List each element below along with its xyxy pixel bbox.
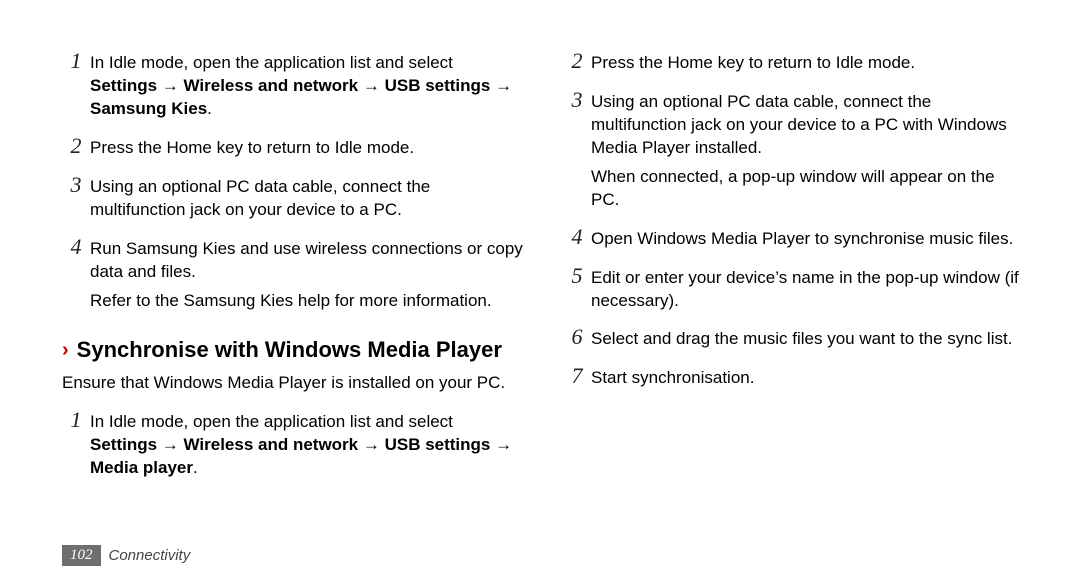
step-text: Using an optional PC data cable, connect… — [591, 92, 1007, 157]
step-text: Press the Home key to return to Idle mod… — [90, 138, 414, 157]
step: 6 Select and drag the music files you wa… — [563, 324, 1024, 351]
step: 4 Open Windows Media Player to synchroni… — [563, 224, 1024, 251]
step-text: Start synchronisation. — [591, 368, 754, 387]
step-extra: Refer to the Samsung Kies help for more … — [90, 290, 523, 313]
step-body: Run Samsung Kies and use wireless connec… — [90, 234, 523, 313]
step-number: 2 — [563, 48, 591, 72]
step-body: In Idle mode, open the application list … — [90, 407, 523, 480]
step-text: In Idle mode, open the application list … — [90, 412, 453, 431]
step-text: Open Windows Media Player to synchronise… — [591, 229, 1013, 248]
step-body: Select and drag the music files you want… — [591, 324, 1024, 351]
step-extra: When connected, a pop-up window will app… — [591, 166, 1024, 212]
step: 2 Press the Home key to return to Idle m… — [62, 133, 523, 160]
step-number: 6 — [563, 324, 591, 348]
step-text: Edit or enter your device’s name in the … — [591, 268, 1019, 310]
step-body: Using an optional PC data cable, connect… — [591, 87, 1024, 212]
step-text: Press the Home key to return to Idle mod… — [591, 53, 915, 72]
section-intro: Ensure that Windows Media Player is inst… — [62, 372, 523, 395]
step-bold: Settings → Wireless and network → USB se… — [90, 435, 512, 477]
step-number: 4 — [62, 234, 90, 258]
step: 1 In Idle mode, open the application lis… — [62, 48, 523, 121]
columns: 1 In Idle mode, open the application lis… — [62, 48, 1024, 492]
step-number: 7 — [563, 363, 591, 387]
page: 1 In Idle mode, open the application lis… — [0, 0, 1080, 586]
left-column: 1 In Idle mode, open the application lis… — [62, 48, 523, 492]
section-heading: › Synchronise with Windows Media Player — [62, 336, 523, 364]
step-text: Using an optional PC data cable, connect… — [90, 177, 430, 219]
step-number: 1 — [62, 407, 90, 431]
step-body: Edit or enter your device’s name in the … — [591, 263, 1024, 313]
step-number: 3 — [563, 87, 591, 111]
step-body: Press the Home key to return to Idle mod… — [90, 133, 523, 160]
step: 7 Start synchronisation. — [563, 363, 1024, 390]
step-number: 4 — [563, 224, 591, 248]
right-column: 2 Press the Home key to return to Idle m… — [563, 48, 1024, 492]
step-body: In Idle mode, open the application list … — [90, 48, 523, 121]
step-tail: . — [207, 99, 212, 118]
step-number: 3 — [62, 172, 90, 196]
step: 2 Press the Home key to return to Idle m… — [563, 48, 1024, 75]
step-number: 5 — [563, 263, 591, 287]
step-body: Open Windows Media Player to synchronise… — [591, 224, 1024, 251]
chapter-label: Connectivity — [109, 547, 191, 564]
step-bold: Settings → Wireless and network → USB se… — [90, 76, 512, 118]
step-body: Using an optional PC data cable, connect… — [90, 172, 523, 222]
page-number: 102 — [62, 545, 101, 566]
step: 3 Using an optional PC data cable, conne… — [563, 87, 1024, 212]
step-number: 2 — [62, 133, 90, 157]
chevron-right-icon: › — [62, 338, 69, 363]
step-body: Press the Home key to return to Idle mod… — [591, 48, 1024, 75]
step: 4 Run Samsung Kies and use wireless conn… — [62, 234, 523, 313]
step-tail: . — [193, 458, 198, 477]
step: 1 In Idle mode, open the application lis… — [62, 407, 523, 480]
page-footer: 102 Connectivity — [62, 545, 190, 566]
step: 5 Edit or enter your device’s name in th… — [563, 263, 1024, 313]
step: 3 Using an optional PC data cable, conne… — [62, 172, 523, 222]
step-number: 1 — [62, 48, 90, 72]
step-text: Run Samsung Kies and use wireless connec… — [90, 239, 523, 281]
step-text: Select and drag the music files you want… — [591, 329, 1012, 348]
step-text: In Idle mode, open the application list … — [90, 53, 453, 72]
heading-text: Synchronise with Windows Media Player — [77, 336, 523, 364]
step-body: Start synchronisation. — [591, 363, 1024, 390]
